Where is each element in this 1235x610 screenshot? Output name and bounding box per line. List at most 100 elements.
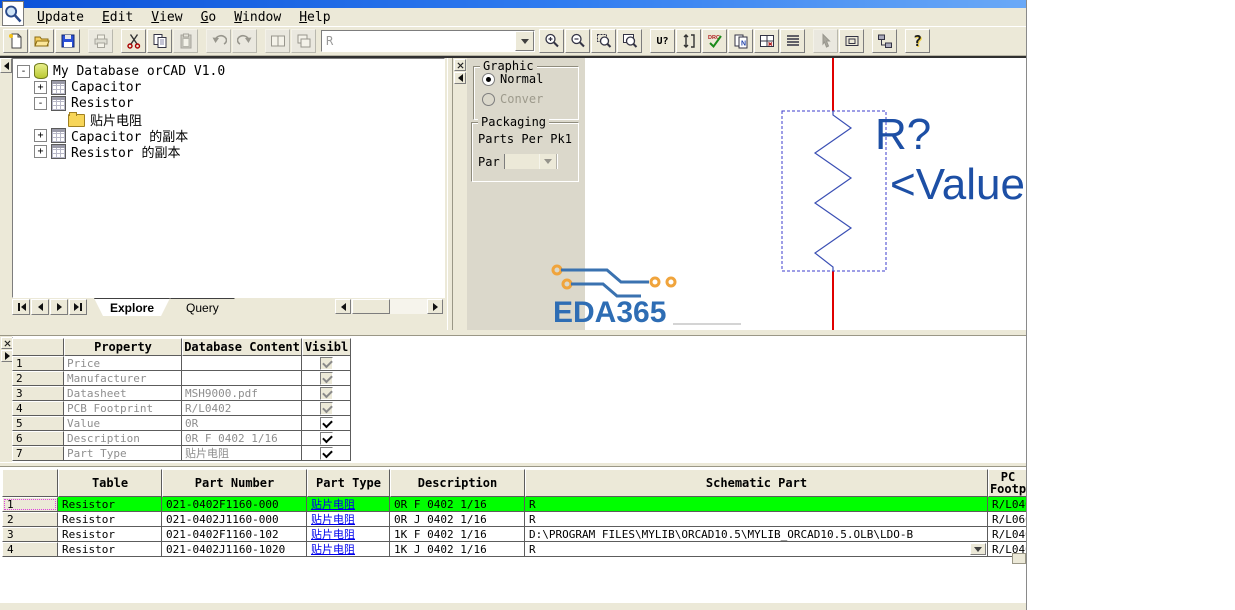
orcad-cis-window: Update Edit View Go Window Help R U? DRC… xyxy=(0,0,1027,610)
col-database-content: Database Content xyxy=(182,338,302,356)
tree-item-capacitor[interactable]: + Capacitor xyxy=(34,79,444,95)
scroll-right-icon[interactable] xyxy=(427,299,443,314)
tree-item-my-database[interactable]: - My Database orCAD V1.0 xyxy=(17,63,444,79)
first-record-icon[interactable] xyxy=(12,299,30,315)
col-visible: Visibl xyxy=(302,338,351,356)
netlist-icon[interactable]: N xyxy=(728,29,753,53)
database-icon xyxy=(34,63,48,79)
main-area: - My Database orCAD V1.0 + Capacitor - R… xyxy=(0,58,1026,330)
col-description: Description xyxy=(390,469,525,497)
print-icon[interactable] xyxy=(88,29,113,53)
property-row[interactable]: 2 Manufacturer xyxy=(12,371,351,386)
part-type-link[interactable]: 贴片电阻 xyxy=(311,527,355,541)
parts-query-panel: Table Part Number Part Type Description … xyxy=(0,467,1026,602)
cross-reference-icon[interactable] xyxy=(754,29,779,53)
database-tree[interactable]: - My Database orCAD V1.0 + Capacitor - R… xyxy=(12,58,445,298)
radio-convert[interactable]: Conver xyxy=(482,91,578,107)
menu-bar: Update Edit View Go Window Help xyxy=(0,8,1026,27)
new-document-icon[interactable] xyxy=(3,29,28,53)
reference-designator: R? xyxy=(875,110,932,159)
eda365-watermark: EDA365 xyxy=(545,260,745,329)
graphic-groupbox: Graphic Normal Conver xyxy=(473,59,579,120)
zoom-out-icon[interactable] xyxy=(565,29,590,53)
tree-scroll-left-icon[interactable] xyxy=(0,58,12,73)
menu-help[interactable]: Help xyxy=(290,9,339,26)
part-search-combo[interactable]: R xyxy=(321,30,535,52)
close-panel-icon[interactable] xyxy=(454,59,466,71)
zoom-all-icon[interactable] xyxy=(617,29,642,53)
cascade-window-icon[interactable] xyxy=(291,29,316,53)
redo-icon[interactable] xyxy=(232,29,257,53)
scroll-left-icon[interactable] xyxy=(335,299,351,314)
parts-row[interactable]: 2 Resistor 021-0402J1160-000 贴片电阻 0R J 0… xyxy=(2,512,1026,527)
visible-checkbox[interactable] xyxy=(319,431,333,445)
part-type-link[interactable]: 贴片电阻 xyxy=(311,497,355,511)
visible-checkbox[interactable] xyxy=(319,356,333,370)
scroll-grip[interactable] xyxy=(1012,553,1026,564)
visible-checkbox[interactable] xyxy=(319,446,333,460)
expander-icon[interactable]: - xyxy=(34,96,47,110)
combo-dropdown-icon[interactable] xyxy=(515,31,534,51)
expander-icon[interactable]: + xyxy=(34,80,47,94)
property-row[interactable]: 1 Price xyxy=(12,356,351,371)
expander-icon[interactable]: + xyxy=(34,144,47,158)
drc-check-icon[interactable]: DRC xyxy=(702,29,727,53)
property-row[interactable]: 5 Value 0R xyxy=(12,416,351,431)
menu-update[interactable]: Update xyxy=(28,9,93,26)
menu-edit[interactable]: Edit xyxy=(93,9,142,26)
bill-of-materials-icon[interactable] xyxy=(780,29,805,53)
collapse-panel-icon[interactable] xyxy=(454,72,466,84)
cut-icon[interactable] xyxy=(121,29,146,53)
help-icon[interactable]: ? xyxy=(905,29,930,53)
parts-row-selected[interactable]: 1 Resistor 021-0402F1160-000 贴片电阻 0R F 0… xyxy=(2,497,1026,512)
visible-checkbox[interactable] xyxy=(319,416,333,430)
expander-icon[interactable]: - xyxy=(17,64,30,78)
title-bar[interactable] xyxy=(0,0,1026,8)
menu-window[interactable]: Window xyxy=(225,9,290,26)
parts-row[interactable]: 4 Resistor 021-0402J1160-1020 贴片电阻 1K J … xyxy=(2,542,1026,557)
property-row[interactable]: 6 Description 0R F 0402 1/16 xyxy=(12,431,351,446)
next-record-icon[interactable] xyxy=(50,299,68,315)
visible-checkbox[interactable] xyxy=(319,401,333,415)
visible-checkbox[interactable] xyxy=(319,386,333,400)
col-property: Property xyxy=(64,338,182,356)
copy-icon[interactable] xyxy=(147,29,172,53)
tab-explore[interactable]: Explore xyxy=(94,298,170,316)
scrollbar-thumb[interactable] xyxy=(352,299,390,314)
parts-row[interactable]: 3 Resistor 021-0402F1160-102 贴片电阻 1K F 0… xyxy=(2,527,1026,542)
corner-header xyxy=(2,469,58,497)
undo-icon[interactable] xyxy=(206,29,231,53)
part-combo-value[interactable]: R xyxy=(322,34,515,48)
part-dropdown[interactable] xyxy=(503,154,558,169)
previous-record-icon[interactable] xyxy=(31,299,49,315)
zoom-in-icon[interactable] xyxy=(539,29,564,53)
visible-checkbox[interactable] xyxy=(319,371,333,385)
tab-query[interactable]: Query xyxy=(170,298,235,316)
part-type-link[interactable]: 贴片电阻 xyxy=(311,512,355,526)
menu-view[interactable]: View xyxy=(142,9,191,26)
property-row[interactable]: 3 Datasheet MSH9000.pdf xyxy=(12,386,351,401)
expander-icon[interactable]: + xyxy=(34,128,47,142)
menu-go[interactable]: Go xyxy=(192,9,226,26)
radio-normal[interactable]: Normal xyxy=(482,71,578,87)
annotate-icon[interactable]: U? xyxy=(650,29,675,53)
explorer-panel: - My Database orCAD V1.0 + Capacitor - R… xyxy=(0,58,445,316)
pin-edit-icon[interactable] xyxy=(676,29,701,53)
block-icon[interactable] xyxy=(839,29,864,53)
property-row[interactable]: 7 Part Type 贴片电阻 xyxy=(12,446,351,461)
property-row[interactable]: 4 PCB Footprint R/L0402 xyxy=(12,401,351,416)
open-folder-icon[interactable] xyxy=(29,29,54,53)
select-arrow-icon[interactable] xyxy=(813,29,838,53)
schematic-part-dropdown-icon[interactable] xyxy=(970,543,986,555)
tree-horizontal-scrollbar[interactable] xyxy=(335,299,443,314)
tree-item-resistor-copy[interactable]: + Resistor 的副本 xyxy=(34,143,444,161)
save-icon[interactable] xyxy=(55,29,80,53)
radio-selected-icon[interactable] xyxy=(482,72,495,86)
window-magnifier-icon[interactable] xyxy=(2,1,24,26)
last-record-icon[interactable] xyxy=(69,299,87,315)
part-type-link[interactable]: 贴片电阻 xyxy=(311,542,355,556)
split-window-icon[interactable] xyxy=(265,29,290,53)
hierarchy-icon[interactable] xyxy=(872,29,897,53)
paste-icon[interactable] xyxy=(173,29,198,53)
zoom-area-icon[interactable] xyxy=(591,29,616,53)
